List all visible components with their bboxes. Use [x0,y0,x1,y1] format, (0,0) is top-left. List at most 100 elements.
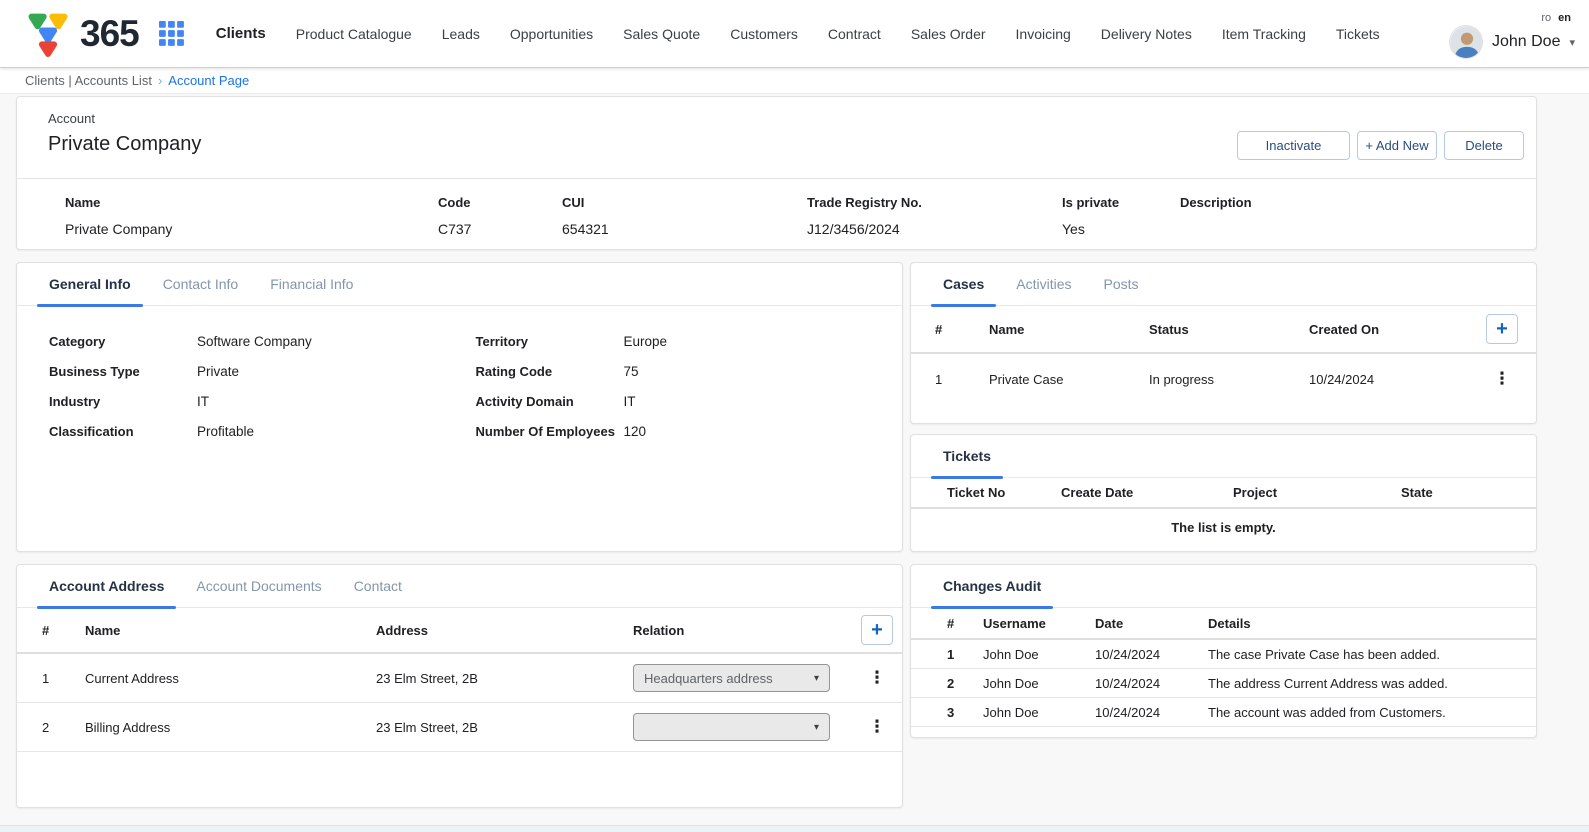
cell-num: 2 [42,720,85,735]
info-value: Profitable [197,423,476,440]
tab-financial-info[interactable]: Financial Info [258,276,365,305]
row-menu-icon[interactable]: ⋮ [861,668,893,688]
nav-item-leads[interactable]: Leads [442,26,480,42]
info-label: Rating Code [476,363,624,380]
tab-account-documents[interactable]: Account Documents [184,578,333,607]
col-name: Name [85,623,376,638]
field-label: Is private [1062,195,1180,210]
main-nav: Clients Product Catalogue Leads Opportun… [216,25,1380,42]
relation-select[interactable]: ▾ [633,713,830,741]
tab-contact[interactable]: Contact [342,578,414,607]
tab-tickets[interactable]: Tickets [931,448,1003,477]
account-address-tabs: Account Address Account Documents Contac… [17,565,902,608]
user-name: John Doe [1492,33,1561,51]
tab-contact-info[interactable]: Contact Info [151,276,251,305]
nav-item-tickets[interactable]: Tickets [1336,26,1380,42]
info-label: Industry [49,393,197,410]
field-value: 654321 [562,221,807,237]
main-content: Account Private Company Inactivate + Add… [0,94,1589,825]
info-row-classification: Classification Profitable [49,423,476,440]
delete-button[interactable]: Delete [1444,131,1524,160]
changes-audit-tabs: Changes Audit [911,565,1536,608]
col-num: # [42,623,85,638]
info-row-business-type: Business Type Private [49,363,476,380]
tab-account-address[interactable]: Account Address [37,578,176,607]
info-row-activity-domain: Activity Domain IT [476,393,903,410]
topbar-right: ro en John Doe ▾ [1449,8,1575,59]
field-description: Description [1180,195,1536,237]
inactivate-button[interactable]: Inactivate [1237,131,1350,160]
col-username: Username [983,616,1095,631]
cell-name: Private Case [989,372,1149,387]
info-label: Category [49,333,197,350]
tab-changes-audit[interactable]: Changes Audit [931,578,1053,607]
tab-cases[interactable]: Cases [931,276,996,305]
user-menu[interactable]: John Doe ▾ [1449,25,1575,59]
nav-item-sales-order[interactable]: Sales Order [911,26,986,42]
breadcrumb-separator: › [158,73,162,88]
cell-num: 2 [947,676,983,691]
cell-date: 10/24/2024 [1095,647,1208,662]
nav-item-customers[interactable]: Customers [730,26,798,42]
audit-row: 3 John Doe 10/24/2024 The account was ad… [911,698,1536,727]
tab-posts[interactable]: Posts [1092,276,1151,305]
nav-item-delivery-notes[interactable]: Delivery Notes [1101,26,1192,42]
col-project: Project [1233,485,1401,500]
col-state: State [1401,485,1516,500]
add-address-button[interactable]: + [861,615,893,645]
chevron-down-icon: ▾ [814,722,819,733]
add-case-button[interactable]: + [1486,314,1518,344]
col-create-date: Create Date [1061,485,1233,500]
info-value: Europe [624,333,903,350]
tab-activities[interactable]: Activities [1004,276,1083,305]
lang-en[interactable]: en [1558,12,1571,24]
cell-details: The account was added from Customers. [1208,705,1520,720]
field-label: Code [438,195,562,210]
info-row-industry: Industry IT [49,393,476,410]
nav-item-invoicing[interactable]: Invoicing [1016,26,1071,42]
info-value: 75 [624,363,903,380]
cell-name: Billing Address [85,720,376,735]
col-ticket-no: Ticket No [947,485,1061,500]
app-launcher-grid-icon[interactable] [159,21,184,46]
info-label: Classification [49,423,197,440]
nav-item-product-catalogue[interactable]: Product Catalogue [296,26,412,42]
breadcrumb-current[interactable]: Account Page [168,73,249,88]
row-menu-icon[interactable]: ⋮ [861,717,893,737]
logo-text: 365 [80,15,139,52]
cell-created-on: 10/24/2024 [1309,372,1480,387]
nav-item-item-tracking[interactable]: Item Tracking [1222,26,1306,42]
tickets-table-header: Ticket No Create Date Project State [911,478,1536,509]
cell-username: John Doe [983,676,1095,691]
audit-table-header: # Username Date Details [911,608,1536,640]
row-menu-icon[interactable]: ⋮ [1486,369,1518,389]
add-new-button[interactable]: + Add New [1357,131,1437,160]
field-value: Private Company [65,221,438,237]
tab-general-info[interactable]: General Info [37,276,143,305]
cell-status: In progress [1149,372,1309,387]
nav-item-sales-quote[interactable]: Sales Quote [623,26,700,42]
lang-ro[interactable]: ro [1541,12,1551,24]
col-status: Status [1149,322,1309,337]
account-titles: Account Private Company [48,111,201,178]
relation-select[interactable]: Headquarters address ▾ [633,664,830,692]
brand-logo[interactable]: 365 [22,8,139,60]
address-row: 2 Billing Address 23 Elm Street, 2B ▾ ⋮ [17,703,902,752]
address-row: 1 Current Address 23 Elm Street, 2B Head… [17,654,902,703]
field-value [1180,221,1536,237]
account-header-card: Account Private Company Inactivate + Add… [16,96,1537,250]
chevron-down-icon: ▾ [1569,36,1575,49]
nav-item-clients[interactable]: Clients [216,25,266,42]
col-num: # [935,322,989,337]
account-summary-fields: Name Private Company Code C737 CUI 65432… [17,178,1536,237]
col-address: Address [376,623,633,638]
address-table-header: # Name Address Relation + [17,608,902,654]
info-label: Territory [476,333,624,350]
nav-item-contract[interactable]: Contract [828,26,881,42]
nav-item-opportunities[interactable]: Opportunities [510,26,593,42]
breadcrumb-trail[interactable]: Clients | Accounts List [25,73,152,88]
cell-num: 1 [947,647,983,662]
cell-date: 10/24/2024 [1095,676,1208,691]
bottom-strip [0,825,1589,832]
info-value: IT [197,393,476,410]
